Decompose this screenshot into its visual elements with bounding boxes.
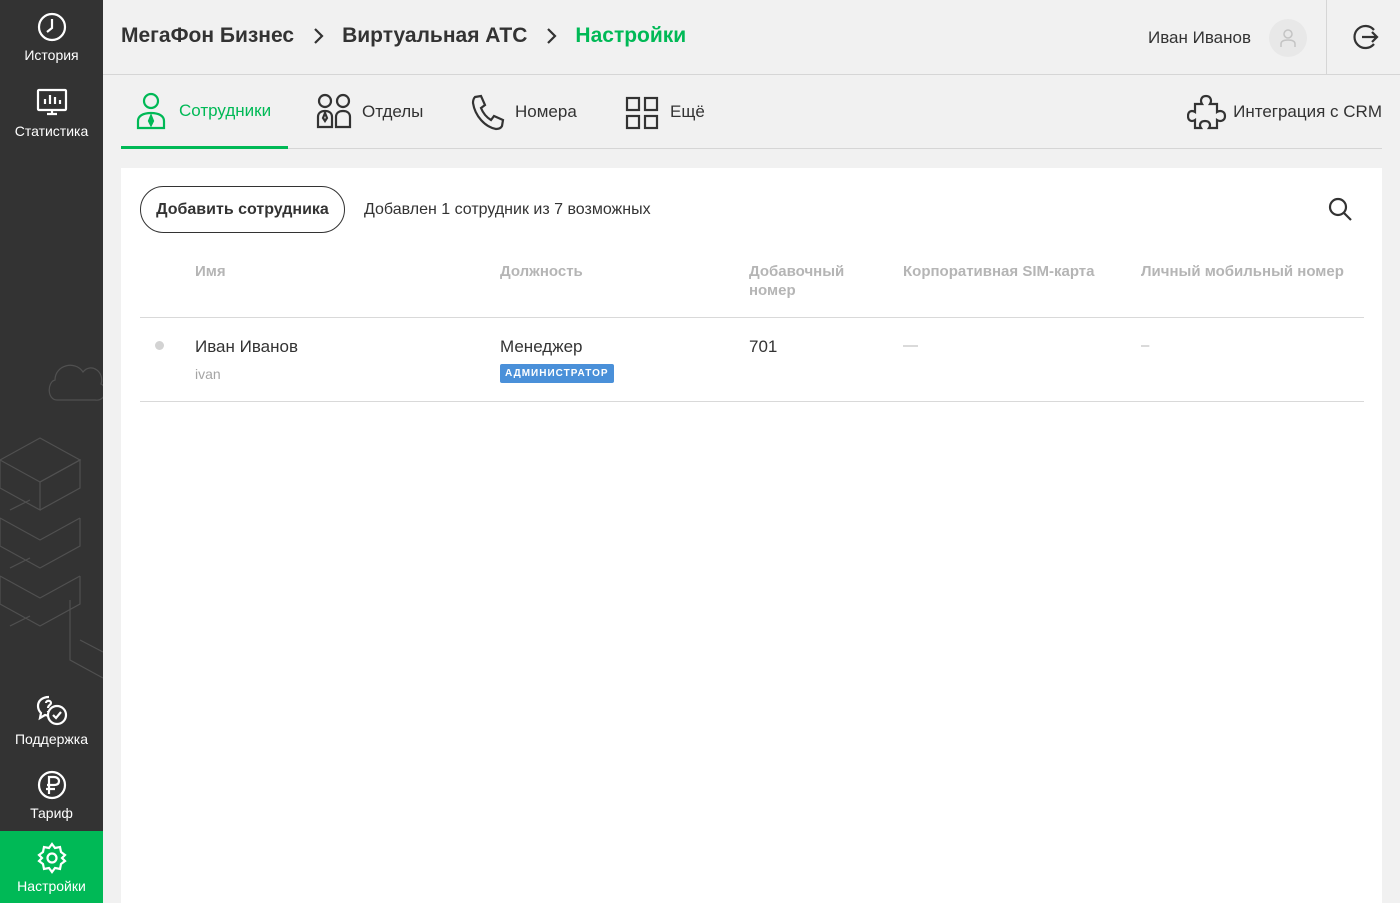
role-badge: АДМИНИСТРАТОР bbox=[500, 364, 614, 383]
header-divider bbox=[1326, 0, 1327, 75]
breadcrumb-item-megafon[interactable]: МегаФон Бизнес bbox=[121, 24, 294, 48]
user-name[interactable]: Иван Иванов bbox=[1148, 28, 1251, 48]
employee-name[interactable]: Иван Иванов bbox=[195, 337, 298, 357]
sidebar-item-label: Поддержка bbox=[14, 731, 89, 747]
user-icon bbox=[1280, 29, 1296, 47]
phone-icon bbox=[471, 94, 505, 131]
avatar[interactable] bbox=[1269, 19, 1307, 57]
employee-extension: 701 bbox=[749, 337, 778, 356]
column-header-sim[interactable]: Корпоративная SIM-карта bbox=[903, 262, 1094, 281]
column-header-extension[interactable]: Добавочный номер bbox=[749, 262, 859, 300]
tab-departments[interactable]: Отделы bbox=[316, 75, 423, 149]
divider bbox=[140, 401, 1364, 402]
chevron-right-icon bbox=[314, 28, 324, 44]
clock-icon bbox=[37, 12, 66, 42]
sidebar-item-label: История bbox=[24, 47, 79, 63]
puzzle-icon bbox=[1187, 94, 1227, 130]
tab-more[interactable]: Ещё bbox=[624, 75, 705, 149]
monitor-chart-icon bbox=[36, 88, 67, 116]
gear-icon bbox=[36, 842, 67, 874]
tab-crm-integration[interactable]: Интеграция с CRM bbox=[1187, 75, 1382, 149]
tab-employees[interactable]: Сотрудники bbox=[121, 75, 288, 149]
column-header-mobile[interactable]: Личный мобильный номер bbox=[1141, 262, 1344, 281]
sidebar-item-tariff[interactable]: Тариф bbox=[0, 758, 103, 830]
employee-sim: — bbox=[903, 337, 918, 354]
sidebar-item-label: Настройки bbox=[17, 878, 86, 894]
tab-label: Отделы bbox=[362, 102, 424, 121]
sidebar-item-label: Тариф bbox=[30, 805, 73, 821]
employee-position: Менеджер bbox=[500, 337, 583, 356]
divider bbox=[140, 317, 1364, 318]
breadcrumb: МегаФон Бизнес Виртуальная АТС Настройки bbox=[121, 24, 686, 48]
tab-label: Номера bbox=[515, 102, 577, 121]
grid-icon bbox=[625, 96, 659, 130]
sidebar-item-label: Статистика bbox=[14, 123, 89, 139]
tab-label: Сотрудники bbox=[179, 100, 272, 120]
chevron-right-icon bbox=[547, 28, 557, 44]
logout-icon[interactable] bbox=[1350, 22, 1380, 52]
employee-login: ivan bbox=[195, 366, 221, 382]
tab-bar: Сотрудники Отделы Номера Ещё Интеграция … bbox=[121, 75, 1382, 149]
tab-numbers[interactable]: Номера bbox=[469, 75, 577, 149]
breadcrumb-item-current: Настройки bbox=[575, 24, 687, 47]
employee-mobile: – bbox=[1141, 337, 1150, 354]
search-icon[interactable] bbox=[1328, 197, 1352, 221]
breadcrumb-item-vats[interactable]: Виртуальная АТС bbox=[342, 24, 527, 48]
header: МегаФон Бизнес Виртуальная АТС Настройки… bbox=[103, 0, 1400, 75]
tab-label: Интеграция с CRM bbox=[1233, 102, 1382, 121]
support-chat-icon bbox=[36, 695, 67, 726]
ruble-icon bbox=[37, 770, 66, 800]
column-header-name[interactable]: Имя bbox=[195, 262, 226, 281]
sidebar-item-settings[interactable]: Настройки bbox=[0, 831, 103, 903]
column-header-position[interactable]: Должность bbox=[500, 262, 583, 281]
departments-icon bbox=[316, 93, 352, 129]
employees-panel: Добавить сотрудника Добавлен 1 сотрудник… bbox=[121, 168, 1382, 903]
employee-icon bbox=[136, 92, 166, 129]
status-indicator bbox=[155, 341, 164, 350]
sidebar: История Статистика Поддержка Тариф Настр… bbox=[0, 0, 103, 903]
sidebar-item-support[interactable]: Поддержка bbox=[0, 684, 103, 756]
add-employee-button[interactable]: Добавить сотрудника bbox=[140, 186, 345, 233]
tab-label: Ещё bbox=[670, 102, 705, 121]
sidebar-item-history[interactable]: История bbox=[0, 0, 103, 72]
servers-illustration bbox=[0, 364, 103, 679]
employee-count-info: Добавлен 1 сотрудник из 7 возможных bbox=[364, 201, 651, 218]
sidebar-item-statistics[interactable]: Статистика bbox=[0, 76, 103, 148]
